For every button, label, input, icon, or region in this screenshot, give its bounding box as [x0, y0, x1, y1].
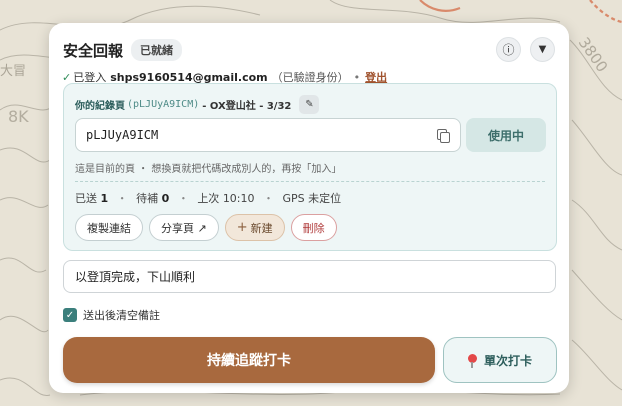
- clear-after-send-label: 送出後清空備註: [83, 309, 160, 322]
- record-page-org-count: - OX登山社 - 3/32: [202, 100, 292, 112]
- retry-label: 待補: [136, 192, 159, 205]
- plus-icon: +: [236, 220, 248, 235]
- collapse-menu-button[interactable]: ▼: [530, 37, 555, 62]
- map-label-place: 大冒: [0, 64, 26, 79]
- record-page-header: 你的紀錄頁 (pLJUyA9ICM) - OX登山社 - 3/32 ✎: [75, 94, 320, 114]
- chevron-down-icon: ▼: [538, 44, 547, 55]
- record-actions: 複製連結 分享頁 ↗ + 新建 刪除: [75, 214, 343, 241]
- panel-header: 安全回報 已就緒 ⓘ ▼: [63, 37, 555, 63]
- single-checkin-label: 單次打卡: [483, 353, 532, 368]
- send-stats: 已送 1 ・ 待補 0 ・ 上次 10:10 ・ GPS 未定位: [75, 190, 341, 206]
- copy-link-button[interactable]: 複製連結: [75, 214, 143, 241]
- share-page-button[interactable]: 分享頁 ↗: [149, 214, 219, 241]
- record-page-card: 你的紀錄頁 (pLJUyA9ICM) - OX登山社 - 3/32 ✎ pLJU…: [63, 83, 557, 251]
- separator: •: [353, 70, 361, 84]
- sent-label: 已送: [75, 192, 97, 205]
- sent-count: 1: [100, 192, 109, 205]
- single-checkin-button[interactable]: 單次打卡: [443, 337, 557, 383]
- last-label: 上次: [197, 192, 220, 205]
- pencil-icon: ✎: [305, 98, 314, 110]
- divider: [75, 181, 545, 182]
- info-button[interactable]: ⓘ: [496, 37, 521, 62]
- checkmark-icon: ✓: [65, 309, 75, 321]
- record-code-input[interactable]: pLJUyA9ICM: [75, 118, 461, 152]
- info-icon: ⓘ: [502, 43, 515, 57]
- login-email: shps9160514@gmail.com: [110, 70, 268, 84]
- map-label-8k: 8K: [8, 107, 29, 126]
- check-icon: ✓: [62, 70, 72, 84]
- record-hint: 這是目前的頁 ・ 想換頁就把代碼改成別人的，再按「加入」: [75, 164, 342, 175]
- gps-status: GPS 未定位: [282, 192, 342, 205]
- delete-page-button[interactable]: 刪除: [290, 214, 337, 241]
- in-use-button[interactable]: 使用中: [466, 118, 546, 152]
- clear-after-send-checkbox[interactable]: ✓: [63, 308, 77, 322]
- stats-dot: ・: [116, 192, 128, 205]
- edit-record-button[interactable]: ✎: [299, 94, 320, 114]
- record-code-value: pLJUyA9ICM: [86, 128, 159, 142]
- status-badge: 已就緒: [131, 39, 183, 61]
- pin-icon: [467, 353, 477, 368]
- retry-count: 0: [161, 192, 170, 205]
- clear-after-send-option[interactable]: ✓ 送出後清空備註: [63, 307, 160, 323]
- safety-report-panel: 安全回報 已就緒 ⓘ ▼ ✓ 已登入 shps9160514@gmail.com…: [49, 23, 569, 393]
- note-input[interactable]: 以登頂完成，下山順利: [63, 260, 556, 293]
- new-page-label: 新建: [250, 221, 273, 235]
- new-page-button[interactable]: + 新建: [224, 214, 285, 241]
- record-page-label: 你的紀錄頁: [75, 100, 125, 112]
- copy-icon[interactable]: [436, 128, 450, 143]
- panel-title: 安全回報: [63, 41, 124, 60]
- continuous-track-button[interactable]: 持續追蹤打卡: [63, 337, 435, 383]
- note-value: 以登頂完成，下山順利: [75, 270, 196, 284]
- last-time: 10:10: [222, 192, 255, 205]
- stats-dot: ・: [263, 192, 275, 205]
- stats-dot: ・: [177, 192, 189, 205]
- record-page-code-inline: (pLJUyA9ICM): [127, 98, 200, 110]
